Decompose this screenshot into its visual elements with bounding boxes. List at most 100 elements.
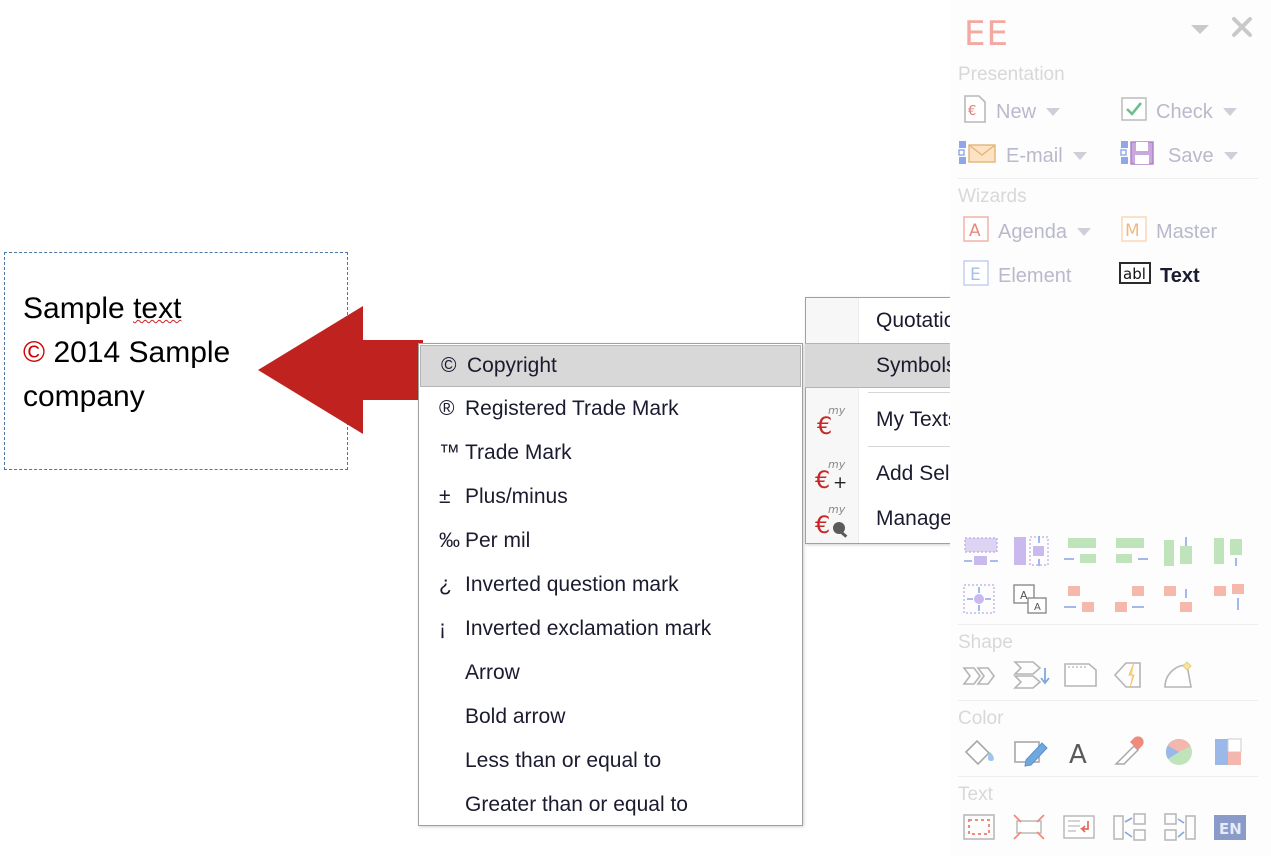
master-button-label: Master	[1156, 220, 1218, 243]
sidebar-divider	[958, 624, 1258, 625]
chevron-down-icon[interactable]	[1187, 20, 1213, 43]
edit-pen-icon[interactable]	[1010, 734, 1052, 770]
agenda-button-label: Agenda	[998, 220, 1067, 243]
close-icon[interactable]	[1229, 14, 1255, 45]
split-text-icon[interactable]	[1110, 810, 1152, 846]
sidebar-divider	[958, 700, 1258, 701]
abl-text-icon: abl	[1118, 260, 1152, 292]
alignment-icons-row-1[interactable]	[960, 534, 1252, 570]
save-disk-icon	[1120, 139, 1160, 173]
symbols-menu-item-less-than-or-equal-to[interactable]: Less than or equal to	[419, 739, 802, 783]
move-left-icon[interactable]	[1060, 582, 1102, 618]
svg-text:M: M	[1125, 221, 1140, 241]
symbols-dropdown-menu[interactable]: © Copyright ® Registered Trade Mark ™ Trade…	[418, 343, 803, 826]
text-wrap-icon[interactable]	[1060, 810, 1102, 846]
curve-point-icon[interactable]	[1160, 658, 1202, 694]
symbols-menu-item-copyright[interactable]: © Copyright	[420, 345, 801, 387]
order-shapes-icon[interactable]	[1010, 658, 1052, 694]
save-button-label: Save	[1168, 144, 1214, 167]
textbox-line-1-prefix: Sample	[23, 292, 134, 325]
sidebar-logo: EE	[964, 14, 1009, 54]
email-button[interactable]: E-mail	[958, 136, 1087, 176]
quick-shape-icon[interactable]	[1110, 658, 1152, 694]
symbols-menu-item-label: Inverted exclamation mark	[465, 617, 712, 640]
left-arrow-shape[interactable]	[258, 306, 423, 434]
fit-text-icon[interactable]	[1010, 810, 1052, 846]
alignment-icons-row-2[interactable]: AA	[960, 582, 1252, 618]
symbols-menu-item-label: Bold arrow	[465, 705, 566, 728]
palette-swatch-icon[interactable]	[1210, 734, 1252, 770]
save-button[interactable]: Save	[1120, 136, 1238, 176]
move-down-icon[interactable]	[1210, 582, 1252, 618]
master-button[interactable]: M Master	[1120, 212, 1217, 252]
symbols-menu-item-trade-mark[interactable]: ™ Trade Mark	[419, 431, 802, 475]
symbols-menu-item-label: Arrow	[465, 661, 520, 684]
symbols-menu-item-plus-minus[interactable]: ± Plus/minus	[419, 475, 802, 519]
shape-outline-icon[interactable]	[1060, 658, 1102, 694]
new-button[interactable]: € New	[962, 92, 1061, 132]
move-right-icon[interactable]	[1110, 582, 1152, 618]
context-menu-item-label: Symbols	[876, 354, 957, 377]
agenda-dropdown-caret-icon[interactable]	[1076, 228, 1091, 236]
textbox-line-2-text: 2014 Sample	[53, 336, 231, 369]
left-arrow-polygon	[258, 306, 423, 434]
symbols-menu-item-arrow[interactable]: Arrow	[419, 651, 802, 695]
distribute-center-icon[interactable]	[960, 582, 1002, 618]
sidebar-section-label-wizards: Wizards	[958, 186, 1027, 207]
fill-bucket-icon[interactable]	[960, 734, 1002, 770]
copyright-glyph-icon: ©	[441, 354, 457, 377]
email-dropdown-caret-icon[interactable]	[1072, 152, 1087, 160]
duplicate-object-icon[interactable]: AA	[1010, 582, 1052, 618]
color-wheel-icon[interactable]	[1160, 734, 1202, 770]
align-right-icon[interactable]	[1110, 534, 1152, 570]
agenda-button[interactable]: A Agenda	[962, 212, 1091, 252]
my-euro-gear-icon: my €	[814, 500, 854, 539]
check-button[interactable]: Check	[1120, 92, 1237, 132]
move-up-icon[interactable]	[1160, 582, 1202, 618]
textbox-misspelled-word: text	[133, 292, 182, 325]
symbols-menu-item-greater-than-or-equal-to[interactable]: Greater than or equal to	[419, 783, 802, 827]
check-button-label: Check	[1156, 100, 1213, 123]
font-color-icon[interactable]: A	[1060, 734, 1102, 770]
save-dropdown-caret-icon[interactable]	[1223, 152, 1238, 160]
align-bottom-icon[interactable]	[1210, 534, 1252, 570]
shape-icons-row[interactable]	[960, 658, 1202, 694]
symbols-menu-item-registered-trade-mark[interactable]: ® Registered Trade Mark	[419, 387, 802, 431]
new-dropdown-caret-icon[interactable]	[1046, 108, 1061, 116]
align-center-vertical-icon[interactable]	[1010, 534, 1052, 570]
color-icons-row[interactable]: A	[960, 734, 1252, 770]
new-button-label: New	[996, 100, 1037, 123]
svg-text:abl: abl	[1123, 265, 1146, 283]
svg-text:E: E	[970, 265, 981, 285]
merge-shapes-icon[interactable]	[960, 658, 1002, 694]
merge-text-icon[interactable]	[1160, 810, 1202, 846]
new-document-icon: €	[962, 94, 988, 130]
align-top-icon[interactable]	[1160, 534, 1202, 570]
text-button[interactable]: abl Text	[1118, 256, 1200, 296]
symbols-menu-item-bold-arrow[interactable]: Bold arrow	[419, 695, 802, 739]
permil-glyph-icon: ‰	[439, 529, 460, 552]
element-e-icon: E	[962, 259, 990, 293]
inverted-question-glyph-icon: ¿	[439, 573, 452, 596]
trademark-glyph-icon: ™	[439, 441, 460, 464]
language-en-icon[interactable]: EN	[1210, 810, 1252, 846]
sidebar-section-label-text: Text	[958, 784, 993, 805]
svg-text:A: A	[969, 221, 981, 241]
symbols-menu-item-inverted-exclamation-mark[interactable]: ¡ Inverted exclamation mark	[419, 607, 802, 651]
sidebar-section-label-presentation: Presentation	[958, 64, 1065, 85]
email-button-label: E-mail	[1006, 144, 1063, 167]
text-frame-icon[interactable]	[960, 810, 1002, 846]
check-box-icon	[1120, 95, 1148, 129]
check-dropdown-caret-icon[interactable]	[1222, 108, 1237, 116]
symbols-menu-item-label: Greater than or equal to	[465, 793, 688, 816]
text-icons-row[interactable]: EN	[960, 810, 1252, 846]
symbols-menu-item-per-mil[interactable]: ‰ Per mil	[419, 519, 802, 563]
align-left-icon[interactable]	[1060, 534, 1102, 570]
symbols-menu-item-inverted-question-mark[interactable]: ¿ Inverted question mark	[419, 563, 802, 607]
sidebar-divider	[958, 178, 1258, 179]
element-button[interactable]: E Element	[962, 256, 1071, 296]
eyedropper-icon[interactable]	[1110, 734, 1152, 770]
svg-text:my: my	[828, 458, 846, 471]
registered-glyph-icon: ®	[439, 397, 455, 420]
align-center-horizontal-icon[interactable]	[960, 534, 1002, 570]
